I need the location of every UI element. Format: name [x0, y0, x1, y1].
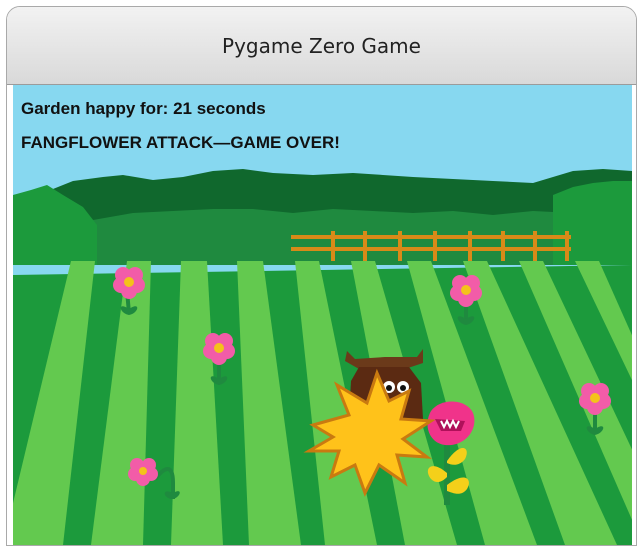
title-bar[interactable]: Pygame Zero Game — [7, 7, 636, 85]
game-window: Pygame Zero Game Garden happy for: 21 se… — [6, 6, 637, 546]
score-text: Garden happy for: 21 seconds — [21, 99, 266, 118]
game-canvas[interactable]: Garden happy for: 21 seconds FANGFLOWER … — [13, 85, 632, 545]
garden-scene — [13, 85, 632, 545]
game-over-message: FANGFLOWER ATTACK—GAME OVER! — [21, 133, 340, 152]
window-title: Pygame Zero Game — [222, 33, 421, 58]
